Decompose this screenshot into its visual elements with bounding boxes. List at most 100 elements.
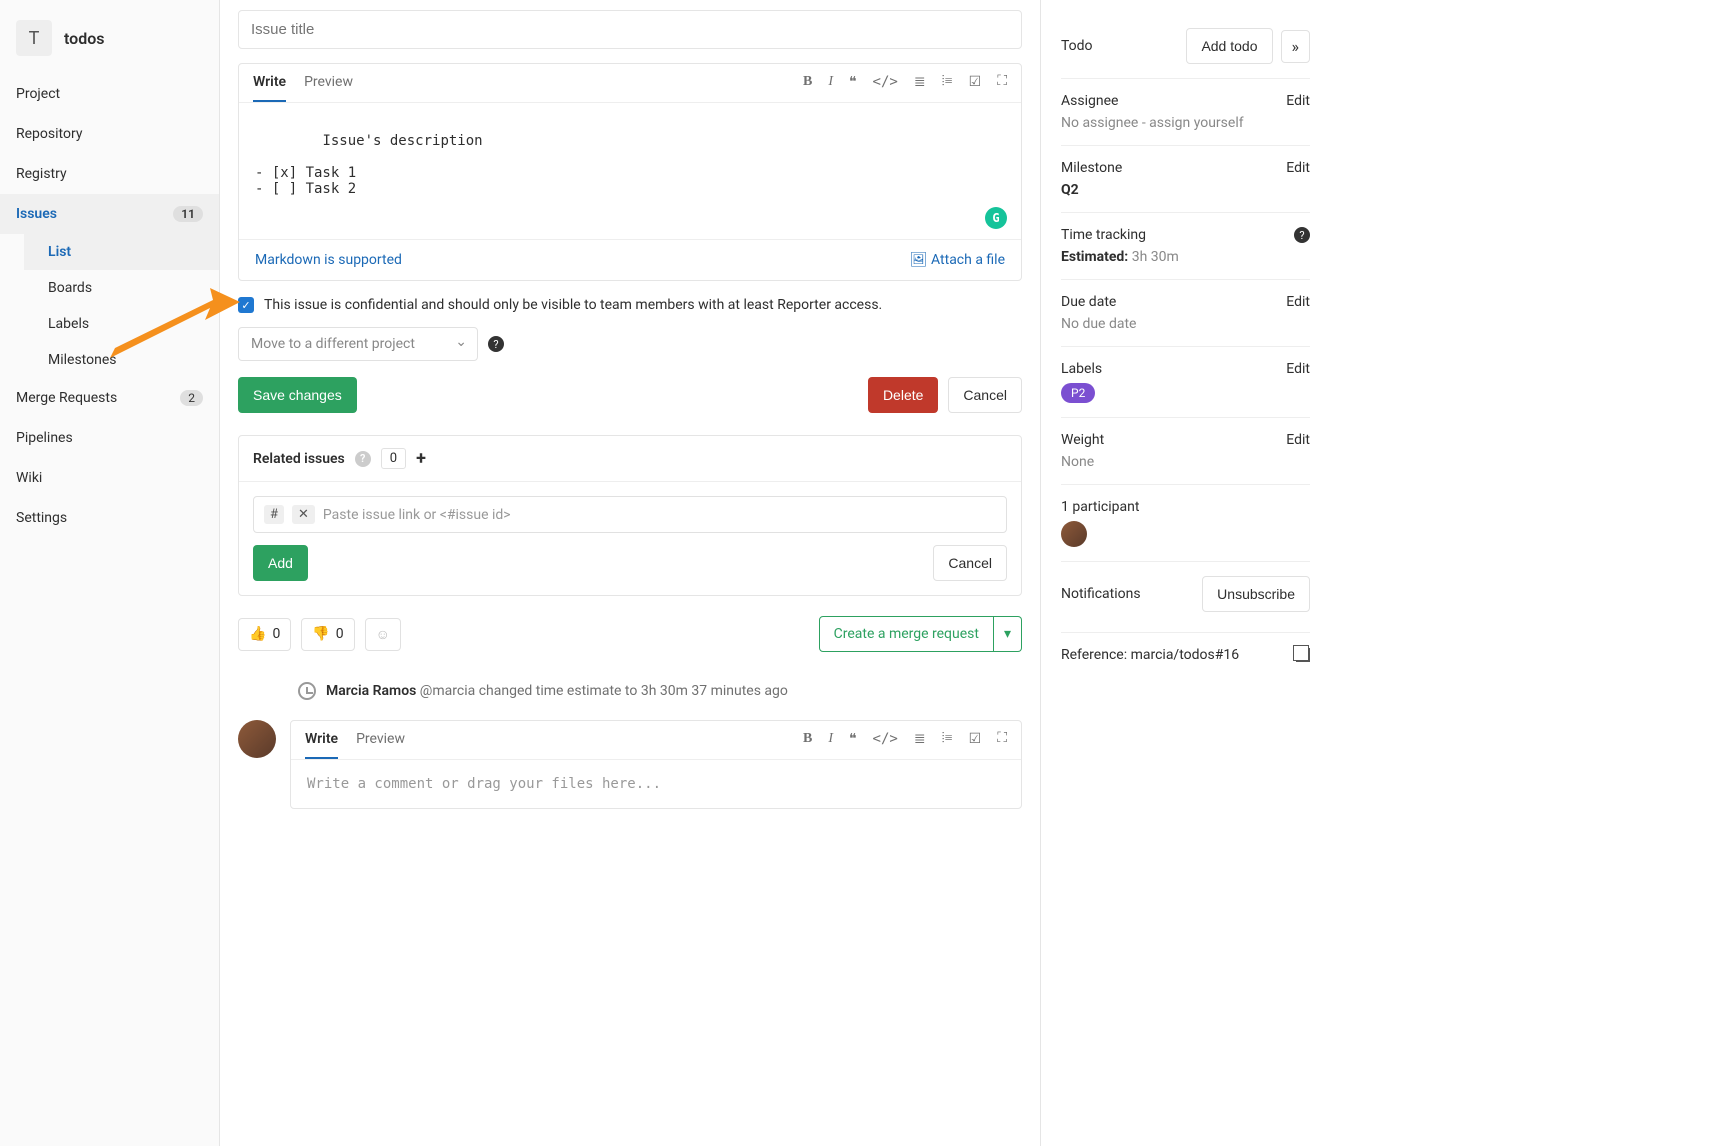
- user-avatar[interactable]: [238, 720, 276, 758]
- sidebar-item-list[interactable]: List: [24, 234, 219, 270]
- thumbs-up-button[interactable]: 👍 0: [238, 618, 291, 651]
- sidebar-item-pipelines[interactable]: Pipelines: [0, 418, 219, 458]
- callout-arrow-icon: [110, 288, 240, 358]
- fullscreen-icon[interactable]: ⛶: [997, 74, 1007, 102]
- activity-text: changed time estimate to 3h 30m 37 minut…: [479, 683, 788, 699]
- labels-edit[interactable]: Edit: [1286, 361, 1310, 377]
- sidebar-item-merge-requests[interactable]: Merge Requests 2: [0, 378, 219, 418]
- italic-icon[interactable]: I: [828, 731, 833, 759]
- activity-author[interactable]: Marcia Ramos: [326, 683, 416, 699]
- thumbs-down-button[interactable]: 👎 0: [301, 618, 354, 651]
- estimated-label: Estimated:: [1061, 249, 1128, 265]
- cancel-button[interactable]: Cancel: [948, 377, 1022, 413]
- issue-chip-remove[interactable]: ✕: [292, 505, 315, 524]
- due-date-edit[interactable]: Edit: [1286, 294, 1310, 310]
- code-icon[interactable]: </>: [873, 74, 898, 102]
- bullet-list-icon[interactable]: ≣: [914, 731, 926, 759]
- sidebar-item-wiki[interactable]: Wiki: [0, 458, 219, 498]
- related-issue-input[interactable]: # ✕ Paste issue link or <#issue id>: [253, 496, 1007, 533]
- create-mr-dropdown[interactable]: ▾: [994, 616, 1022, 652]
- sidebar-item-repository[interactable]: Repository: [0, 114, 219, 154]
- task-list-icon[interactable]: ☑: [969, 731, 982, 759]
- related-placeholder: Paste issue link or <#issue id>: [323, 507, 511, 523]
- add-related-icon[interactable]: +: [416, 448, 426, 469]
- create-mr-button[interactable]: Create a merge request: [819, 616, 994, 652]
- related-help-icon[interactable]: ?: [355, 451, 371, 467]
- related-issues-title: Related issues: [253, 451, 345, 467]
- time-help-icon[interactable]: ?: [1294, 227, 1310, 243]
- add-reaction-button[interactable]: ☺: [365, 618, 401, 651]
- project-sidebar: T todos Project Repository Registry Issu…: [0, 0, 220, 1146]
- notifications-title: Notifications: [1061, 586, 1141, 602]
- comment-tab-write[interactable]: Write: [305, 731, 338, 759]
- weight-edit[interactable]: Edit: [1286, 432, 1310, 448]
- issue-title-input[interactable]: [238, 10, 1022, 49]
- issues-count-badge: 11: [173, 206, 203, 222]
- milestone-value: Q2: [1061, 182, 1079, 198]
- assignee-edit[interactable]: Edit: [1286, 93, 1310, 109]
- issue-chip-hash: #: [264, 505, 284, 524]
- sidebar-item-registry[interactable]: Registry: [0, 154, 219, 194]
- assignee-title: Assignee: [1061, 93, 1118, 109]
- description-textarea[interactable]: Issue's description - [x] Task 1 - [ ] T…: [239, 103, 1021, 239]
- cancel-related-button[interactable]: Cancel: [933, 545, 1007, 581]
- move-project-select[interactable]: Move to a different project: [238, 327, 478, 361]
- assign-yourself-link[interactable]: assign yourself: [1149, 115, 1243, 131]
- activity-handle[interactable]: @marcia: [420, 683, 475, 699]
- unsubscribe-button[interactable]: Unsubscribe: [1202, 576, 1310, 612]
- comment-editor: Write Preview B I ❝ </> ≣ ⦙≡ ☑ ⛶ Write a…: [290, 720, 1022, 809]
- add-todo-button[interactable]: Add todo: [1186, 28, 1272, 64]
- sidebar-item-settings[interactable]: Settings: [0, 498, 219, 538]
- bullet-list-icon[interactable]: ≣: [914, 74, 926, 102]
- confidential-checkbox[interactable]: ✓: [238, 297, 254, 313]
- smiley-icon: ☺: [376, 626, 390, 643]
- markdown-help-link[interactable]: Markdown is supported: [255, 252, 402, 268]
- comment-textarea[interactable]: Write a comment or drag your files here.…: [291, 760, 1021, 808]
- participant-avatar[interactable]: [1061, 521, 1087, 547]
- project-avatar: T: [16, 20, 52, 56]
- quote-icon[interactable]: ❝: [849, 74, 857, 102]
- reference-label: Reference:: [1061, 647, 1127, 663]
- estimated-value: 3h 30m: [1132, 249, 1179, 265]
- sidebar-item-issues[interactable]: Issues 11: [0, 194, 219, 234]
- add-related-button[interactable]: Add: [253, 545, 308, 581]
- weight-title: Weight: [1061, 432, 1104, 448]
- label-pill-p2[interactable]: P2: [1061, 383, 1095, 403]
- sidebar-item-project[interactable]: Project: [0, 74, 219, 114]
- move-help-icon[interactable]: ?: [488, 336, 504, 352]
- grammarly-icon[interactable]: G: [985, 207, 1007, 229]
- comment-tab-preview[interactable]: Preview: [356, 731, 405, 759]
- thumbs-down-icon: 👎: [312, 626, 329, 642]
- reference-value: marcia/todos#16: [1131, 647, 1240, 663]
- collapse-sidebar-icon[interactable]: »: [1281, 30, 1311, 63]
- italic-icon[interactable]: I: [828, 74, 833, 102]
- numbered-list-icon[interactable]: ⦙≡: [942, 74, 953, 102]
- related-issues-panel: Related issues ? 0 + # ✕ Paste issue lin…: [238, 435, 1022, 596]
- numbered-list-icon[interactable]: ⦙≡: [942, 731, 953, 759]
- delete-button[interactable]: Delete: [868, 377, 938, 413]
- due-date-title: Due date: [1061, 294, 1116, 310]
- quote-icon[interactable]: ❝: [849, 731, 857, 759]
- attach-file-link[interactable]: 🖼 Attach a file: [910, 252, 1005, 268]
- weight-value: None: [1061, 454, 1310, 470]
- todo-title: Todo: [1061, 38, 1093, 54]
- milestone-edit[interactable]: Edit: [1286, 160, 1310, 176]
- task-list-icon[interactable]: ☑: [969, 74, 982, 102]
- bold-icon[interactable]: B: [803, 731, 812, 759]
- comment-toolbar: B I ❝ </> ≣ ⦙≡ ☑ ⛶: [803, 731, 1007, 759]
- copy-reference-icon[interactable]: [1296, 648, 1310, 662]
- tab-write[interactable]: Write: [253, 74, 286, 102]
- labels-title: Labels: [1061, 361, 1102, 377]
- bold-icon[interactable]: B: [803, 74, 812, 102]
- fullscreen-icon[interactable]: ⛶: [997, 731, 1007, 759]
- project-header[interactable]: T todos: [0, 10, 219, 74]
- mr-count-badge: 2: [180, 390, 203, 406]
- due-date-value: No due date: [1061, 316, 1310, 332]
- image-icon: 🖼: [910, 252, 928, 268]
- code-icon[interactable]: </>: [873, 731, 898, 759]
- save-button[interactable]: Save changes: [238, 377, 357, 413]
- tab-preview[interactable]: Preview: [304, 74, 353, 102]
- issue-form: Write Preview B I ❝ </> ≣ ⦙≡ ☑ ⛶ Issue's…: [220, 0, 1040, 1146]
- time-tracking-title: Time tracking: [1061, 227, 1146, 243]
- issue-sidebar: Todo Add todo » Assignee Edit No assigne…: [1040, 0, 1330, 1146]
